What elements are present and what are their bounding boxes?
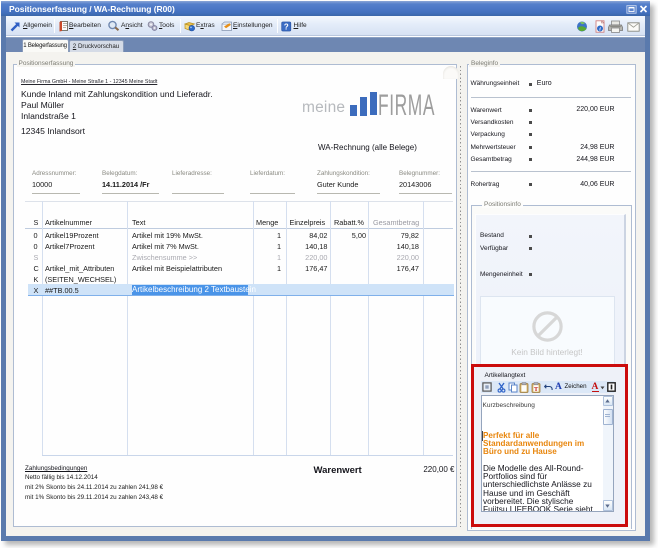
svg-text:?: ?	[284, 22, 289, 31]
